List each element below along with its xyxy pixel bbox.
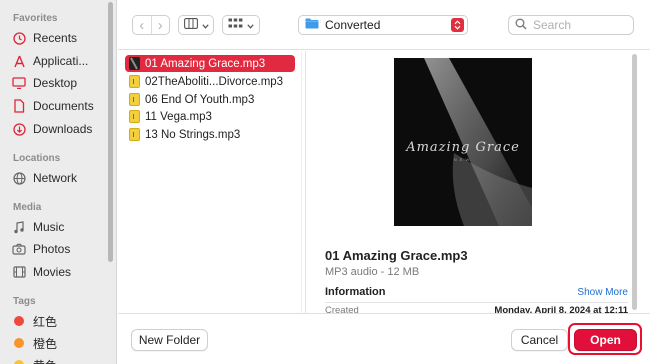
sidebar-item-downloads[interactable]: Downloads [12,119,92,139]
album-art-icon [129,57,140,70]
back-button[interactable]: ‹ [133,16,152,34]
chevron-left-icon: ‹ [139,16,145,34]
sidebar-item-music[interactable]: Music [12,217,64,237]
sidebar-item-label: Downloads [33,122,93,136]
tags-section-title: Tags [13,296,36,307]
film-icon [12,265,26,279]
sidebar: Favorites Recents Applicati... Desktop D… [0,0,117,364]
sidebar-item-label: Recents [33,31,78,45]
view-mode-button[interactable] [178,15,214,35]
location-popup[interactable]: Converted [298,15,468,35]
sidebar-item-photos[interactable]: Photos [12,239,70,259]
file-row[interactable]: 02TheAboliti...Divorce.mp3 [125,73,295,90]
file-list: 01 Amazing Grace.mp3 02TheAboliti...Divo… [118,51,302,313]
sidebar-item-label: Documents [33,99,94,113]
file-name: 02TheAboliti...Divorce.mp3 [145,75,284,88]
file-row[interactable]: 11 Vega.mp3 [125,108,295,125]
document-icon [12,99,26,113]
preview-file-kind: MP3 audio - 12 MB [325,266,420,278]
media-section-title: Media [13,202,42,213]
sidebar-item-applications[interactable]: Applicati... [12,51,88,71]
applications-icon [12,54,26,68]
folder-icon [305,18,319,32]
globe-icon [12,171,26,185]
sidebar-item-desktop[interactable]: Desktop [12,73,77,93]
sidebar-item-label: Applicati... [33,54,89,68]
mp3-file-icon [129,110,140,123]
mp3-file-icon [129,75,140,88]
camera-icon [12,242,26,256]
tag-color-icon [12,314,26,328]
back-forward-control: ‹ › [132,15,170,35]
new-folder-button[interactable]: New Folder [131,329,208,351]
sidebar-item-label: 红色 [33,314,58,329]
sidebar-item-recents[interactable]: Recents [12,28,77,48]
music-note-icon [12,220,26,234]
download-icon [12,122,26,136]
sidebar-tag-orange[interactable]: 橙色 [12,333,57,353]
toolbar: ‹ › Converted Search [118,0,650,50]
sidebar-item-movies[interactable]: Movies [12,262,71,282]
mp3-file-icon [129,93,140,106]
location-popup-label: Converted [325,18,381,32]
information-heading: Information [325,286,386,298]
file-name: 06 End Of Youth.mp3 [145,93,255,106]
search-placeholder: Search [533,18,572,32]
sidebar-item-label: Network [33,171,78,185]
file-name: 13 No Strings.mp3 [145,128,241,141]
sidebar-scrollbar[interactable] [108,2,113,262]
sidebar-item-documents[interactable]: Documents [12,96,94,116]
file-name: 11 Vega.mp3 [145,110,212,123]
locations-section-title: Locations [13,153,61,164]
grid-icon [228,18,243,32]
columns-icon [184,18,198,32]
favorites-section-title: Favorites [13,13,58,24]
sidebar-tag-red[interactable]: 红色 [12,311,57,331]
sidebar-item-label: Desktop [33,76,78,90]
preview-pane: Amazing Grace N.E.W. 01 Amazing Grace.mp… [306,51,636,313]
search-icon [515,18,527,33]
tag-color-icon [12,358,26,364]
chevron-down-icon [247,18,254,32]
file-row[interactable]: 13 No Strings.mp3 [125,126,295,143]
file-name: 01 Amazing Grace.mp3 [145,57,266,70]
artwork-subtitle: N.E.W. [453,157,473,162]
created-value: Monday, April 8, 2024 at 12:11 [494,305,628,313]
clock-icon [12,31,26,45]
preview-scrollbar[interactable] [632,54,637,310]
sidebar-item-label: 橙色 [33,336,58,351]
chevron-down-icon [202,18,209,32]
sidebar-item-label: 黄色 [33,357,57,364]
updown-chevron-icon [451,18,464,32]
show-more-link[interactable]: Show More [577,287,628,298]
open-button-highlight [568,323,642,355]
sidebar-item-label: Photos [33,242,71,256]
forward-button[interactable]: › [152,16,170,34]
sidebar-tag-yellow[interactable]: 黄色 [12,355,57,364]
sidebar-item-label: Movies [33,265,72,279]
album-artwork: Amazing Grace N.E.W. [394,58,532,226]
file-row[interactable]: 06 End Of Youth.mp3 [125,91,295,108]
desktop-icon [12,76,26,90]
sidebar-item-label: Music [33,220,65,234]
search-field[interactable]: Search [508,15,634,35]
preview-file-name: 01 Amazing Grace.mp3 [325,248,468,263]
artwork-title: Amazing Grace [406,140,520,155]
chevron-right-icon: › [157,16,163,34]
created-label: Created [325,305,359,313]
file-row-selected[interactable]: 01 Amazing Grace.mp3 [125,55,295,72]
sidebar-item-network[interactable]: Network [12,168,77,188]
group-by-button[interactable] [222,15,260,35]
column-divider[interactable] [301,51,302,313]
cancel-button[interactable]: Cancel [511,329,568,351]
divider [325,302,628,303]
mp3-file-icon [129,128,140,141]
tag-color-icon [12,336,26,350]
